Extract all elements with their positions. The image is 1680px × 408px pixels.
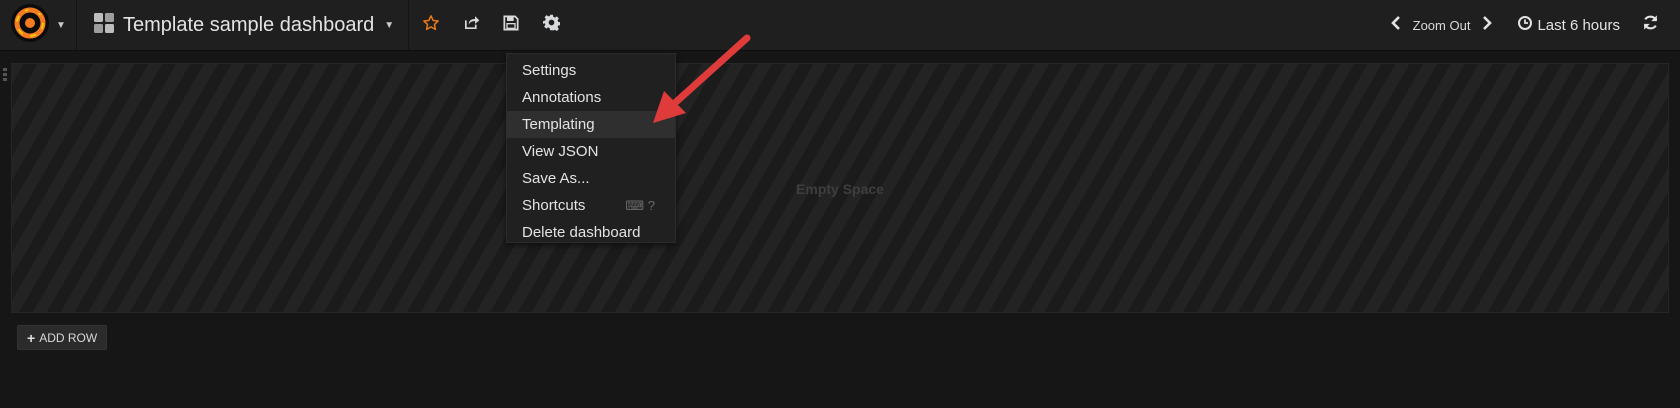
time-controls: Zoom Out Last 6 hours [1383,0,1680,51]
menu-item-templating[interactable]: Templating [507,111,675,138]
menu-item-label: Settings [522,62,577,79]
grafana-logo-icon [10,3,50,48]
menu-item-label: Delete dashboard [522,224,641,241]
refresh-icon [1642,14,1659,36]
add-row-label: ADD ROW [39,330,98,345]
menu-item-settings[interactable]: Settings [507,57,675,84]
share-icon [463,14,480,36]
menu-item-delete-dashboard[interactable]: Delete dashboard [507,219,675,246]
keyboard-icon: ⌨ ? [625,198,655,213]
zoom-out-button[interactable]: Zoom Out [1409,18,1475,33]
share-button[interactable] [451,0,491,51]
row-drag-handle[interactable] [3,68,7,84]
settings-dropdown-menu: Settings Annotations Templating View JSO… [506,53,676,243]
save-icon [503,14,519,36]
empty-space-label: Empty Space [796,181,884,197]
menu-item-save-as[interactable]: Save As... [507,165,675,192]
menu-item-label: Templating [522,116,595,133]
star-icon [422,14,440,37]
chevron-right-icon [1482,15,1493,35]
chevron-down-icon: ▼ [384,19,395,31]
menu-item-label: Annotations [522,89,602,106]
chevron-left-icon [1390,15,1401,35]
chevron-down-icon: ▼ [56,19,66,31]
menu-item-annotations[interactable]: Annotations [507,84,675,111]
zoom-prev-button[interactable] [1383,0,1409,51]
top-navbar: ▼ Template sample dashboard ▼ Zoom Out L… [0,0,1680,51]
refresh-button[interactable] [1620,0,1680,51]
empty-space-panel: Empty Space [11,63,1669,313]
menu-item-label: Shortcuts [522,197,586,214]
menu-item-label: View JSON [522,143,599,160]
star-button[interactable] [411,0,451,51]
menu-item-view-json[interactable]: View JSON [507,138,675,165]
gear-icon [542,14,561,36]
menu-item-label: Save As... [522,170,590,187]
dashboard-title: Template sample dashboard [123,13,375,36]
time-range-label: Last 6 hours [1537,16,1620,34]
dashboard-title-picker[interactable]: Template sample dashboard ▼ [77,0,410,51]
settings-button[interactable] [531,0,571,51]
clock-icon [1518,16,1537,34]
grafana-menu-button[interactable]: ▼ [0,0,77,51]
zoom-next-button[interactable] [1474,0,1500,51]
save-dashboard-button[interactable] [491,0,531,51]
add-row-button[interactable]: + ADD ROW [17,325,108,350]
menu-item-shortcuts[interactable]: Shortcuts ⌨ ? [507,192,675,219]
time-range-picker[interactable]: Last 6 hours [1518,16,1620,34]
plus-icon: + [27,329,36,346]
dashboard-grid-icon [93,12,115,39]
